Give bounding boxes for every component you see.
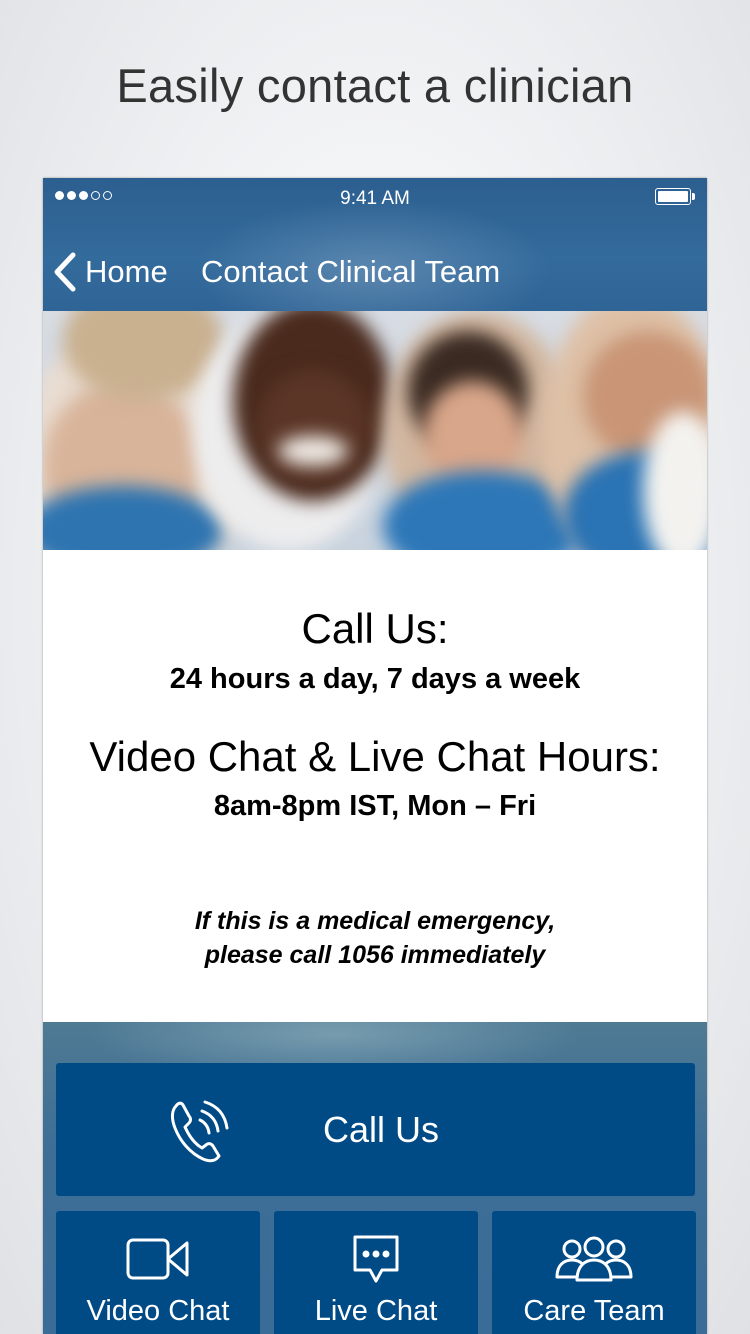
promo-title: Easily contact a clinician — [116, 59, 634, 112]
battery-fill — [658, 191, 688, 202]
care-team-label: Care Team — [523, 1295, 665, 1327]
emergency-line-1: If this is a medical emergency, — [194, 907, 556, 935]
battery-icon — [655, 188, 695, 205]
back-button[interactable]: Home — [53, 250, 168, 294]
clinical-team-photo — [43, 311, 707, 550]
back-button-label: Home — [85, 254, 168, 289]
live-chat-label: Live Chat — [314, 1295, 438, 1327]
navigation-bar: 9:41 AM Home Contact Clinical Team — [43, 178, 707, 318]
battery-tip — [692, 193, 695, 200]
page-title: Contact Clinical Team — [201, 254, 501, 289]
call-us-button[interactable]: Call Us — [56, 1063, 695, 1196]
chevron-left-icon — [54, 252, 76, 292]
chat-hours: 8am-8pm IST, Mon – Fri — [213, 790, 537, 822]
call-us-hours: 24 hours a day, 7 days a week — [169, 663, 581, 695]
video-chat-label: Video Chat — [86, 1295, 230, 1327]
video-camera-icon — [56, 1231, 260, 1287]
call-us-heading: Call Us: — [301, 605, 449, 652]
call-us-button-label: Call Us — [322, 1109, 439, 1150]
phone-screen: 9:41 AM Home Contact Clinical Team Call … — [43, 178, 707, 1334]
contact-info-panel: Call Us: 24 hours a day, 7 days a week V… — [43, 550, 707, 1022]
chat-bubble-icon — [274, 1231, 478, 1287]
chat-hours-heading: Video Chat & Live Chat Hours: — [89, 733, 661, 780]
contact-actions: Call Us Video Chat Live Chat Care Team — [43, 1022, 707, 1334]
live-chat-button[interactable]: Live Chat — [274, 1211, 478, 1334]
battery-body — [655, 188, 691, 205]
status-time: 9:41 AM — [340, 188, 410, 209]
video-chat-button[interactable]: Video Chat — [56, 1211, 260, 1334]
emergency-line-2: please call 1056 immediately — [204, 941, 546, 969]
emergency-notice: If this is a medical emergency, please c… — [43, 904, 707, 972]
people-group-icon — [492, 1231, 696, 1287]
care-team-button[interactable]: Care Team — [492, 1211, 696, 1334]
